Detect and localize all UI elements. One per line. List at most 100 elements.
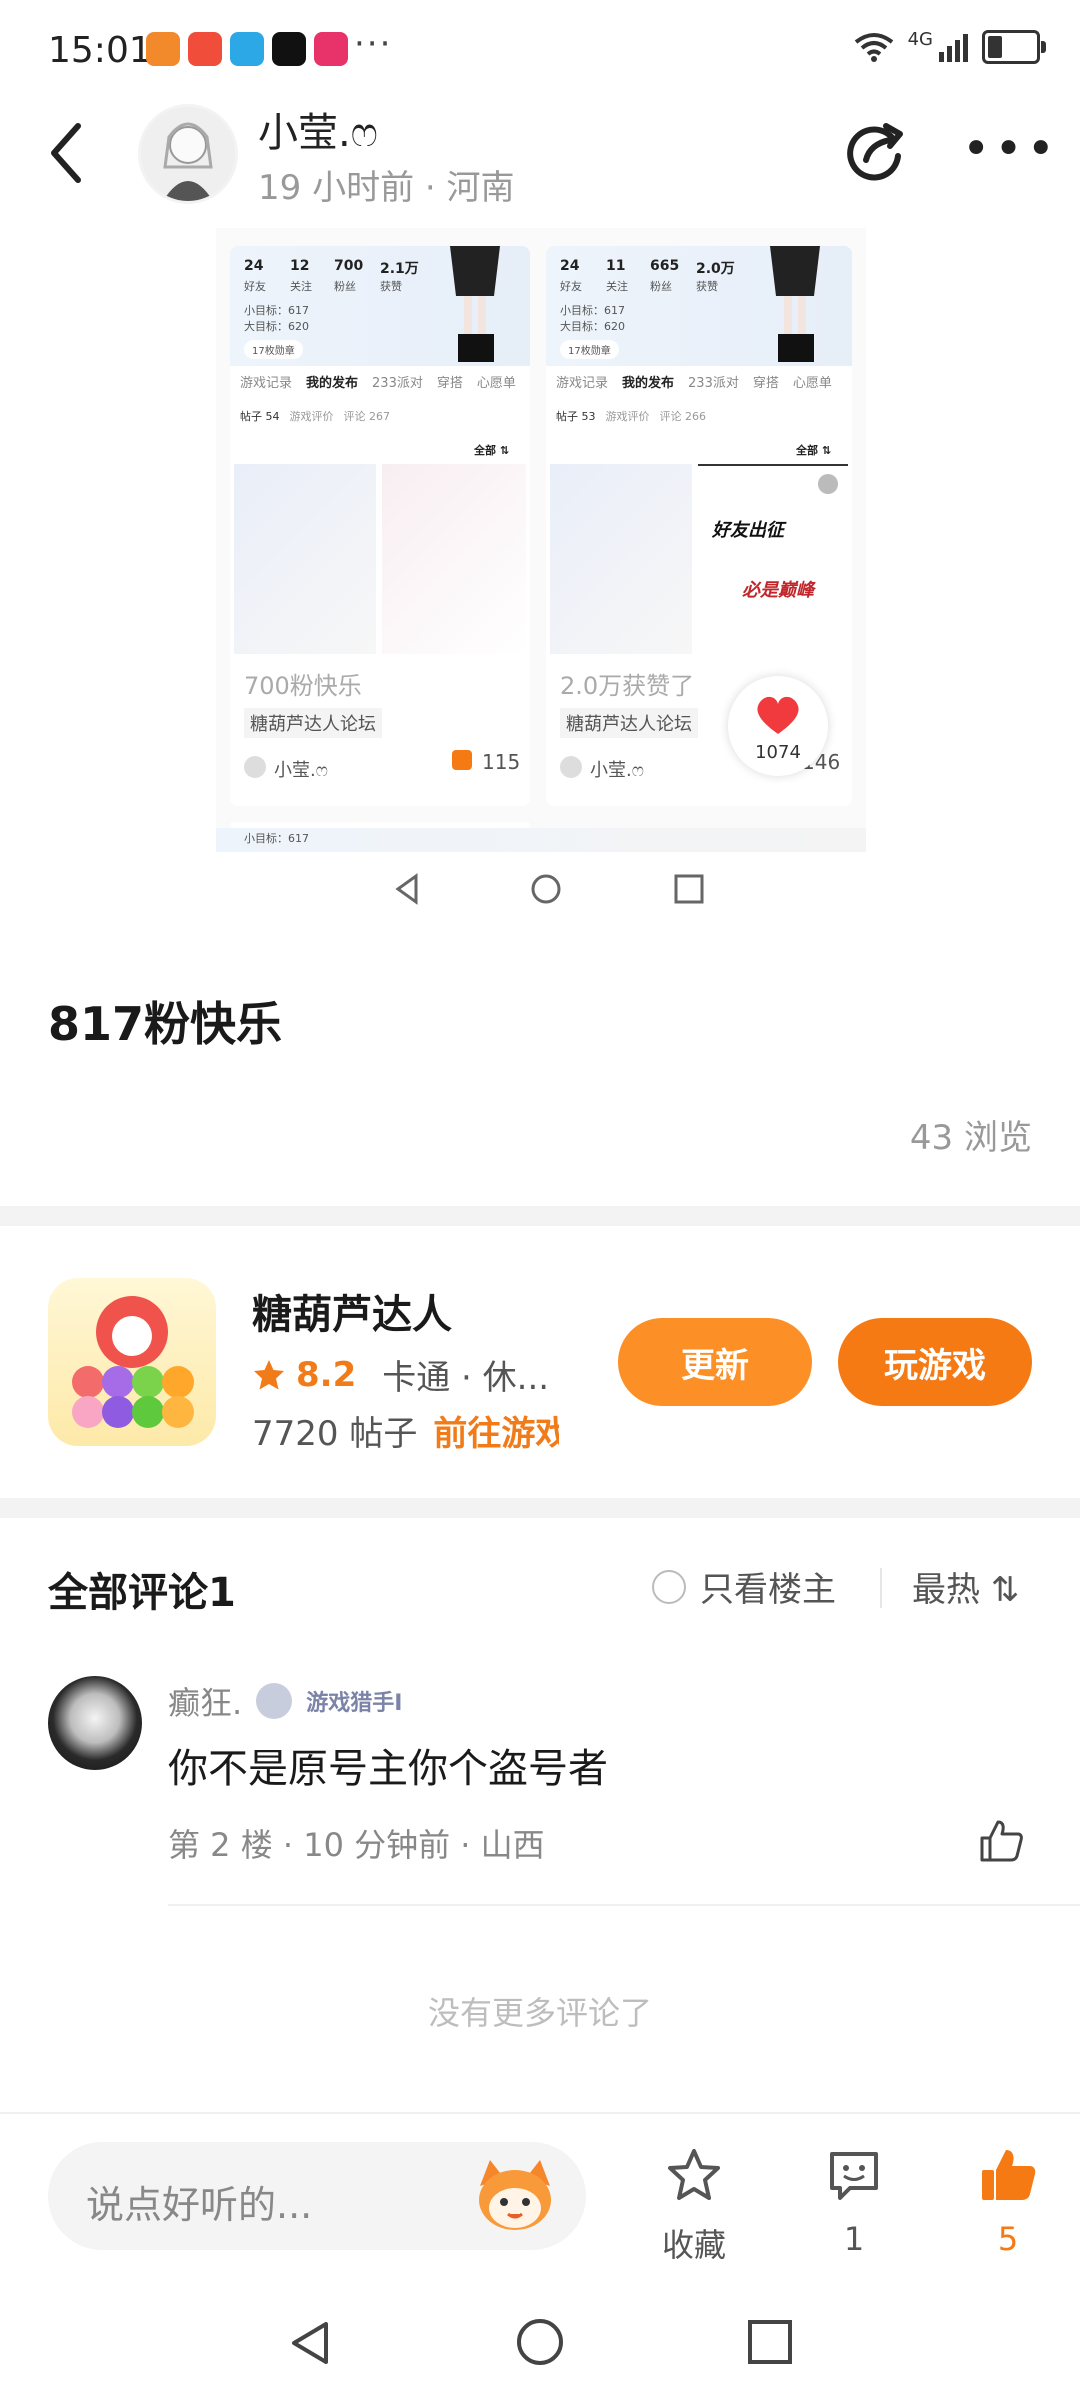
embedded-tab: 游戏记录 [556, 376, 609, 391]
heart-icon [757, 696, 799, 734]
comment-like-icon[interactable] [978, 1818, 1024, 1864]
more-notifications-icon: ··· [354, 24, 393, 64]
nav-home-icon[interactable] [514, 2316, 566, 2368]
embedded-post-title: 700粉快乐 [244, 672, 362, 700]
embedded-tab: 穿搭 [752, 376, 779, 391]
embedded-subtab: 评论 266 [659, 410, 707, 423]
game-meta: 7720 帖子 前往游戏 [252, 1406, 559, 1455]
play-game-button[interactable]: 玩游戏 [838, 1318, 1032, 1406]
embedded-subtab: 评论 267 [343, 410, 391, 423]
embedded-nav-icons [395, 873, 704, 905]
comment-count: 1 [843, 2220, 865, 2258]
stat-follow: 11 [606, 258, 626, 274]
heart-count: 1074 [755, 742, 801, 763]
network-type: 4G [907, 28, 933, 50]
embedded-tab: 心愿单 [476, 376, 516, 391]
stat-label-follow: 关注 [290, 280, 312, 293]
author-name[interactable]: 小莹.ෆ [258, 100, 378, 158]
embedded-tab: 游戏记录 [240, 376, 293, 391]
separator [880, 1568, 882, 1608]
character-illustration [770, 246, 820, 362]
game-icon[interactable] [48, 1278, 216, 1446]
stat-label-likes: 获赞 [696, 280, 718, 293]
post-image[interactable]: 24 12 700 2.1万 好友 关注 粉丝 获赞 小目标：617 大目标：6… [216, 228, 866, 928]
collect-label: 收藏 [661, 2226, 726, 2264]
wifi-icon [854, 33, 893, 62]
embedded-avatar [560, 756, 582, 778]
medal-badge: 17枚勋章 [244, 340, 303, 359]
commenter-avatar[interactable] [48, 1676, 142, 1770]
stat-fans: 700 [334, 258, 364, 274]
like-count: 5 [997, 2220, 1019, 2258]
like-button[interactable]: 5 [948, 2146, 1068, 2258]
update-button[interactable]: 更新 [618, 1318, 812, 1406]
section-divider [0, 1498, 1080, 1518]
thumbs-up-icon [982, 2150, 1036, 2200]
embedded-subtabs: 帖子 53 游戏评价 评论 266 [556, 408, 706, 424]
embedded-thumb [382, 464, 526, 654]
stat-fans: 665 [650, 258, 680, 274]
book-icon [230, 32, 264, 66]
commenter-badge: 游戏猎手I [306, 1691, 403, 1716]
game-name[interactable]: 糖葫芦达人 [252, 1282, 452, 1340]
back-icon[interactable] [44, 120, 88, 186]
embedded-subtab: 帖子 54 [240, 410, 280, 423]
game-tags: 卡通 · 休... [382, 1358, 550, 1398]
more-options-icon[interactable]: ••• [962, 125, 1059, 173]
goal-big: 大目标：620 [560, 320, 625, 333]
medal-badge: 17枚勋章 [560, 340, 619, 359]
comment-button[interactable]: 1 [794, 2146, 914, 2258]
collect-button[interactable]: 收藏 [634, 2146, 754, 2266]
battery-icon [982, 30, 1046, 64]
embedded-thumb [550, 464, 692, 654]
avatar[interactable] [138, 104, 238, 204]
post-time-location: 19 小时前 · 河南 [258, 168, 515, 208]
mascot-emoji-icon[interactable] [472, 2156, 558, 2234]
signal-icon [939, 32, 968, 62]
embedded-tab: 233派对 [372, 376, 423, 391]
embedded-user: 小莹.ෆ [590, 760, 644, 781]
comment-text[interactable]: 你不是原号主你个盗号者 [168, 1736, 608, 1794]
embedded-sort: 全部 ⇅ [796, 444, 832, 457]
embedded-nav-bar: 小目标：617 [216, 828, 866, 928]
nav-back-icon[interactable] [286, 2318, 336, 2368]
only-owner-label: 只看楼主 [700, 1570, 836, 1610]
status-time: 15:01 [48, 30, 152, 71]
embedded-heart-bubble: 1074 [728, 676, 828, 776]
comment-input-placeholder[interactable]: 说点好听的... [86, 2174, 312, 2229]
only-owner-toggle[interactable]: 只看楼主 [652, 1562, 836, 1611]
taobao-icon [188, 32, 222, 66]
post-title: 817粉快乐 [48, 997, 283, 1051]
goal-small: 小目标：617 [560, 304, 625, 317]
nav-recents-icon[interactable] [746, 2318, 794, 2366]
embedded-left-card: 24 12 700 2.1万 好友 关注 粉丝 获赞 小目标：617 大目标：6… [230, 246, 530, 806]
go-to-game-link[interactable]: 前往游戏 [433, 1406, 559, 1455]
status-right: 4G [854, 28, 1046, 64]
system-nav-bar [0, 2292, 1080, 2400]
bilibili-like-icon [146, 32, 180, 66]
comments-title: 全部评论1 [48, 1570, 236, 1616]
commenter-row: 癫狂. 游戏猎手I [168, 1678, 402, 1724]
embedded-forum: 糖葫芦达人论坛 [560, 708, 698, 738]
goal-small: 小目标：617 [244, 304, 309, 317]
embedded-subtabs: 帖子 54 游戏评价 评论 267 [240, 408, 390, 424]
game-rating: 8.2 卡通 · 休... [252, 1350, 549, 1399]
embedded-post-title: 2.0万获赞了 [560, 672, 695, 700]
share-icon[interactable] [842, 118, 908, 184]
stat-label-likes: 获赞 [380, 280, 402, 293]
embedded-likes: 115 [482, 750, 521, 774]
stat-friends: 24 [244, 258, 264, 274]
embedded-tab-active: 我的发布 [622, 376, 675, 391]
tiktok-icon [272, 32, 306, 66]
stat-label-fans: 粉丝 [334, 280, 356, 293]
radio-icon[interactable] [652, 1569, 686, 1604]
commenter-name[interactable]: 癫狂. [168, 1678, 242, 1724]
view-count: 43 浏览 [909, 1118, 1032, 1158]
character-illustration [450, 246, 500, 362]
rating-value: 8.2 [296, 1354, 357, 1395]
sort-dropdown[interactable]: 最热 ⇅ [912, 1562, 1019, 1611]
embedded-third-goal-small: 小目标：617 [244, 832, 309, 845]
thumb-text: 必是巅峰 [742, 580, 814, 601]
embedded-tab: 233派对 [688, 376, 739, 391]
thumbs-up-icon [452, 750, 472, 770]
